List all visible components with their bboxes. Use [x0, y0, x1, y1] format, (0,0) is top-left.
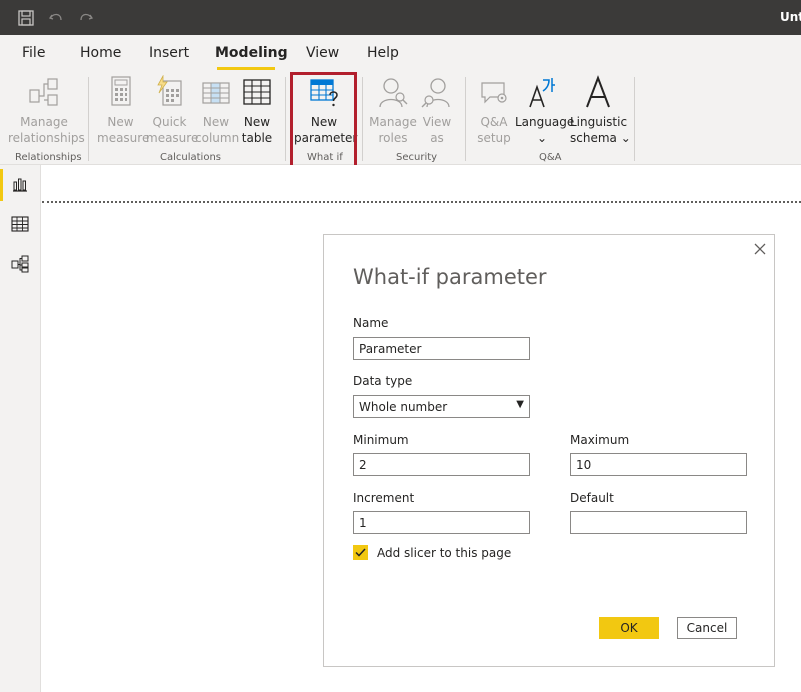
manage-roles-icon	[379, 78, 408, 108]
group-label-security: Security	[396, 152, 438, 163]
linguistic-schema-button[interactable]: Linguistic schema ⌄	[570, 75, 631, 146]
group-separator	[285, 77, 286, 161]
close-icon[interactable]	[752, 241, 768, 257]
ribbon: Manage relationships Relationships New m…	[0, 71, 801, 165]
whatif-parameter-dialog: What-if parameter Name Data type Whole n…	[323, 234, 775, 667]
new-column-button[interactable]: New column	[195, 75, 239, 146]
new-table-button[interactable]: New table	[239, 75, 275, 146]
maximum-label: Maximum	[570, 433, 630, 447]
new-measure-button[interactable]: New measure	[97, 75, 149, 146]
dialog-title: What-if parameter	[353, 265, 547, 289]
tab-modeling[interactable]: Modeling	[215, 45, 288, 61]
linguistic-schema-icon	[586, 75, 610, 108]
new-parameter-highlight-box	[290, 72, 357, 169]
add-slicer-label: Add slicer to this page	[377, 546, 512, 560]
data-type-dropdown[interactable]: Whole number ▼	[353, 395, 530, 418]
tab-help[interactable]: Help	[367, 45, 399, 61]
ok-button[interactable]: OK	[599, 617, 659, 639]
data-view-icon	[11, 216, 29, 232]
default-label: Default	[570, 491, 614, 505]
model-view-icon	[11, 255, 29, 273]
new-table-icon	[243, 79, 271, 105]
minimum-label: Minimum	[353, 433, 409, 447]
language-button[interactable]: Language ⌄	[515, 75, 574, 146]
tab-home[interactable]: Home	[80, 45, 121, 61]
manage-relationships-icon	[29, 78, 58, 106]
new-column-icon	[202, 82, 230, 104]
group-label-calculations: Calculations	[160, 152, 221, 163]
canvas-page-boundary	[42, 201, 801, 203]
checkmark-icon	[355, 548, 366, 557]
active-tab-indicator	[217, 67, 275, 70]
quick-measure-button[interactable]: Quick measure	[146, 75, 198, 146]
group-label-relationships: Relationships	[15, 152, 82, 163]
group-separator	[634, 77, 635, 161]
language-icon	[529, 78, 555, 108]
name-field[interactable]	[353, 337, 530, 360]
tab-file[interactable]: File	[22, 45, 45, 61]
default-field[interactable]	[570, 511, 747, 534]
cancel-button[interactable]: Cancel	[677, 617, 737, 639]
title-bar: Unt	[0, 0, 801, 35]
manage-roles-button[interactable]: Manage roles	[369, 75, 417, 146]
left-nav	[0, 165, 41, 692]
increment-field[interactable]	[353, 511, 530, 534]
menu-bar: File Home Insert Modeling View Help	[0, 35, 801, 71]
view-as-icon	[421, 78, 450, 108]
nav-data-view[interactable]	[0, 205, 40, 245]
save-icon[interactable]	[17, 9, 35, 27]
maximum-field[interactable]	[570, 453, 747, 476]
add-slicer-checkbox[interactable]	[353, 545, 368, 560]
data-type-value: Whole number	[359, 400, 448, 414]
manage-relationships-button[interactable]: Manage relationships	[8, 75, 85, 146]
nav-model-view[interactable]	[0, 245, 40, 285]
dropdown-arrow-icon: ▼	[516, 399, 524, 410]
document-title: Unt	[780, 10, 801, 24]
group-label-qa: Q&A	[539, 152, 562, 163]
name-label: Name	[353, 316, 389, 330]
tab-insert[interactable]: Insert	[149, 45, 189, 61]
report-view-icon	[13, 178, 27, 192]
redo-icon[interactable]	[77, 9, 95, 27]
quick-measure-icon	[156, 75, 182, 106]
qa-setup-button[interactable]: Q&A setup	[473, 75, 515, 146]
minimum-field[interactable]	[353, 453, 530, 476]
nav-report-view[interactable]	[0, 165, 40, 205]
qa-setup-icon	[481, 82, 507, 104]
data-type-label: Data type	[353, 374, 413, 388]
group-separator	[465, 77, 466, 161]
tab-view[interactable]: View	[306, 45, 339, 61]
increment-label: Increment	[353, 491, 415, 505]
view-as-button[interactable]: View as	[419, 75, 455, 146]
calculator-icon	[110, 76, 131, 106]
group-separator	[362, 77, 363, 161]
undo-icon[interactable]	[47, 9, 65, 27]
group-separator	[88, 77, 89, 161]
